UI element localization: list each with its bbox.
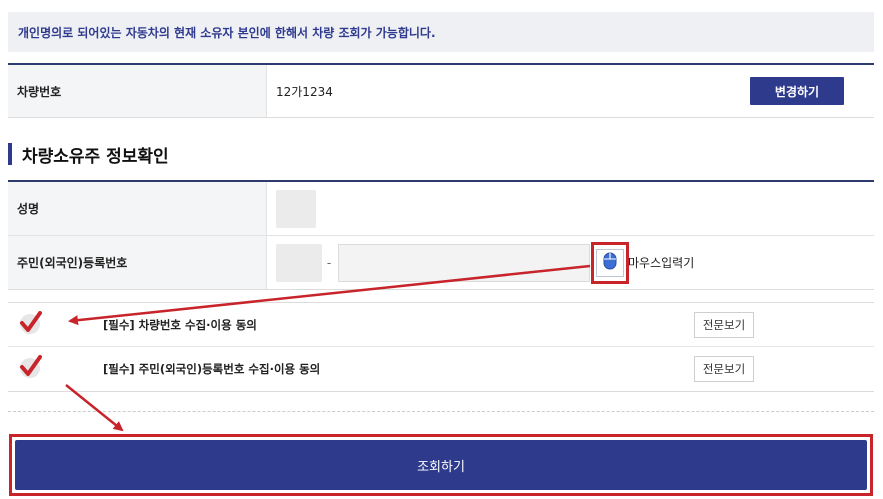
name-cell <box>267 182 874 235</box>
view-full-text-button[interactable]: 전문보기 <box>694 356 754 382</box>
checkmark-icon <box>17 310 43 340</box>
rrn-front-input[interactable] <box>276 243 322 282</box>
notice-text: 개인명의로 되어있는 자동차의 현재 소유자 본인에 한해서 차량 조회가 가능… <box>18 25 436 40</box>
notice-banner: 개인명의로 되어있는 자동차의 현재 소유자 본인에 한해서 차량 조회가 가능… <box>8 12 874 52</box>
rrn-back-input[interactable] <box>338 243 590 282</box>
vehicle-number-label: 차량번호 <box>8 65 267 117</box>
rrn-row: 주민(외국인)등록번호 - 마우스입력기 <box>8 236 874 289</box>
agreement-checkbox[interactable] <box>15 310 45 340</box>
change-button[interactable]: 변경하기 <box>750 77 844 105</box>
agreement-label: [필수] 차량번호 수집·이용 동의 <box>103 317 257 332</box>
name-label: 성명 <box>8 182 267 235</box>
mouse-input-button[interactable] <box>591 241 629 284</box>
mouse-input-label: 마우스입력기 <box>628 256 695 270</box>
vehicle-table: 차량번호 12가1234 변경하기 <box>8 63 874 118</box>
checkmark-icon <box>17 354 43 384</box>
divider <box>8 411 874 412</box>
section-title-bar <box>8 143 12 165</box>
agreement-list: [필수] 차량번호 수집·이용 동의 전문보기 [필수] 주민(외국인)등록번호… <box>8 302 874 392</box>
view-full-text-button[interactable]: 전문보기 <box>694 312 754 338</box>
rrn-label: 주민(외국인)등록번호 <box>8 236 267 289</box>
agreement-row: [필수] 주민(외국인)등록번호 수집·이용 동의 전문보기 <box>8 347 874 391</box>
rrn-cell: - 마우스입력기 <box>267 236 874 289</box>
agreement-checkbox[interactable] <box>15 354 45 384</box>
owner-table: 성명 주민(외국인)등록번호 - 마우스입력기 <box>8 180 874 290</box>
submit-button[interactable]: 조회하기 <box>15 440 867 490</box>
agreement-label: [필수] 주민(외국인)등록번호 수집·이용 동의 <box>103 362 321 376</box>
vehicle-number-cell: 12가1234 변경하기 <box>267 65 874 117</box>
submit-highlight: 조회하기 <box>9 434 873 496</box>
vehicle-number-row: 차량번호 12가1234 변경하기 <box>8 65 874 117</box>
section-title-text: 차량소유주 정보확인 <box>22 146 169 167</box>
section-title: 차량소유주 정보확인 <box>8 142 169 167</box>
vehicle-number-value: 12가1234 <box>276 84 333 99</box>
agreement-row: [필수] 차량번호 수집·이용 동의 전문보기 <box>8 303 874 347</box>
rrn-dash: - <box>326 255 332 270</box>
name-row: 성명 <box>8 182 874 236</box>
name-value-masked <box>276 189 316 228</box>
mouse-input-highlight <box>591 241 629 284</box>
